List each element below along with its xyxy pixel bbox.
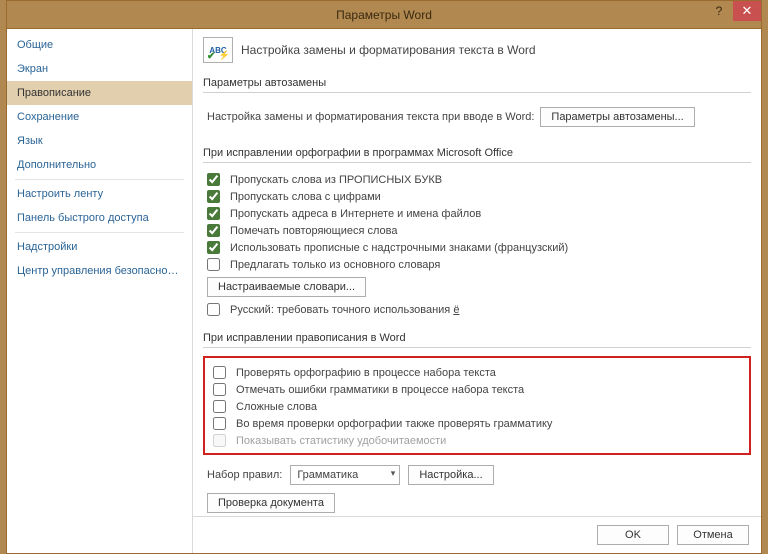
options-content: ABC ✔⚡ Настройка замены и форматирования… [193,29,761,516]
mark-grammar-typing-checkbox[interactable] [213,383,226,396]
dialog-footer: OK Отмена [193,516,761,553]
main-dict-only-checkbox[interactable] [207,258,220,271]
category-sidebar: Общие Экран Правописание Сохранение Язык… [7,29,193,553]
readability-stats-checkbox [213,434,226,447]
russian-yo-checkbox[interactable] [207,303,220,316]
sidebar-item-quick-access[interactable]: Панель быстрого доступа [7,206,192,230]
help-button[interactable]: ? [705,1,733,21]
ignore-numbers-checkbox[interactable] [207,190,220,203]
ruleset-label: Набор правил: [207,469,282,481]
window-title: Параметры Word [336,8,432,22]
ok-button[interactable]: OK [597,525,669,545]
autocorrect-options-button[interactable]: Параметры автозамены... [540,107,694,127]
sidebar-item-display[interactable]: Экран [7,57,192,81]
proofing-icon: ABC ✔⚡ [203,37,233,63]
check-document-button[interactable]: Проверка документа [207,493,335,513]
section-autocorrect: Параметры автозамены [203,73,751,93]
compound-words-checkbox[interactable] [213,400,226,413]
sidebar-item-save[interactable]: Сохранение [7,105,192,129]
ruleset-settings-button[interactable]: Настройка... [408,465,493,485]
highlighted-options: Проверять орфографию в процессе набора т… [203,356,751,455]
titlebar: Параметры Word ? ✕ [7,1,761,29]
options-dialog: Параметры Word ? ✕ Общие Экран Правописа… [6,0,762,554]
sidebar-item-proofing[interactable]: Правописание [7,81,192,105]
section-office-spelling: При исправлении орфографии в программах … [203,143,751,163]
page-heading: Настройка замены и форматирования текста… [241,43,536,57]
section-word-spelling: При исправлении правописания в Word [203,328,751,348]
ruleset-select[interactable]: Грамматика [290,465,400,485]
custom-dictionaries-button[interactable]: Настраиваемые словари... [207,277,366,297]
sidebar-item-trust-center[interactable]: Центр управления безопасностью [7,259,192,283]
cancel-button[interactable]: Отмена [677,525,749,545]
sidebar-item-general[interactable]: Общие [7,33,192,57]
ignore-urls-checkbox[interactable] [207,207,220,220]
ignore-uppercase-checkbox[interactable] [207,173,220,186]
sidebar-item-addins[interactable]: Надстройки [7,235,192,259]
autocorrect-label: Настройка замены и форматирования текста… [207,111,534,123]
close-button[interactable]: ✕ [733,1,761,21]
sidebar-item-customize-ribbon[interactable]: Настроить ленту [7,182,192,206]
check-spelling-typing-checkbox[interactable] [213,366,226,379]
check-grammar-with-spelling-checkbox[interactable] [213,417,226,430]
sidebar-item-language[interactable]: Язык [7,129,192,153]
flag-repeated-checkbox[interactable] [207,224,220,237]
sidebar-item-advanced[interactable]: Дополнительно [7,153,192,177]
french-caps-checkbox[interactable] [207,241,220,254]
